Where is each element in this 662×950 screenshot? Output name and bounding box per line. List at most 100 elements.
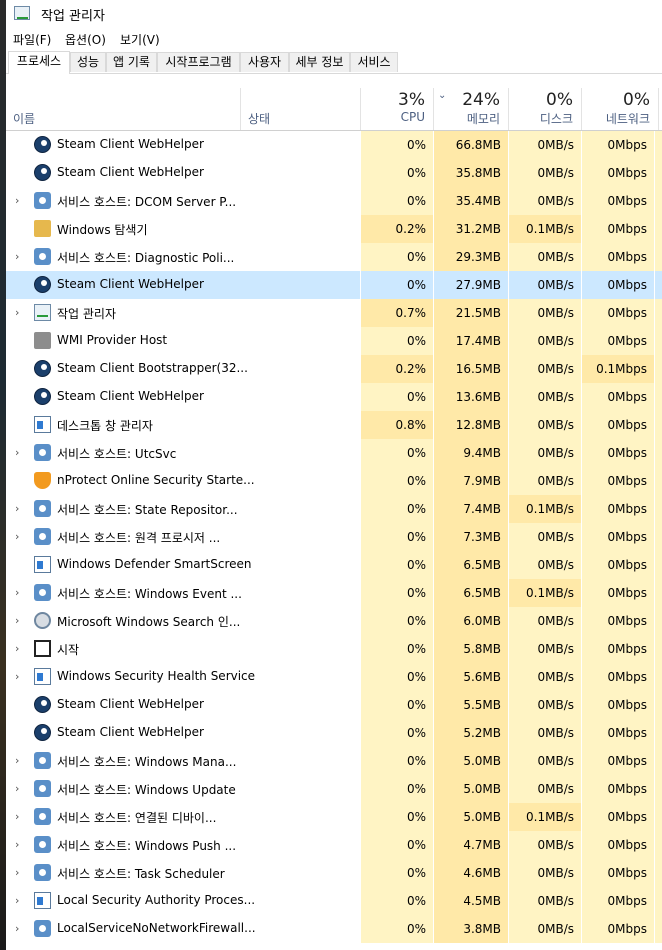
expand-chevron-icon[interactable]: › — [15, 810, 25, 823]
process-gpu-partial — [655, 915, 662, 943]
process-disk: 0MB/s — [509, 299, 581, 327]
process-cpu: 0% — [361, 887, 433, 915]
process-row[interactable]: › 서비스 호스트: DCOM Server P... 0% 35.4MB 0MB/s 0… — [6, 187, 662, 215]
column-divider[interactable] — [658, 88, 659, 130]
expand-chevron-icon[interactable]: › — [15, 922, 25, 935]
process-disk: 0MB/s — [509, 775, 581, 803]
process-status — [244, 271, 360, 299]
folder-icon — [34, 220, 51, 237]
column-name[interactable]: 이름 — [13, 110, 35, 127]
expand-chevron-icon[interactable]: › — [15, 502, 25, 515]
process-row[interactable]: › 시작 0% 5.8MB 0MB/s 0Mbps — [6, 635, 662, 663]
column-network[interactable]: 0% 네트워크 — [582, 88, 658, 130]
process-row[interactable]: Steam Client WebHelper 0% 13.6MB 0MB/s 0Mbps — [6, 383, 662, 411]
expand-chevron-icon[interactable]: › — [15, 642, 25, 655]
expand-chevron-icon[interactable]: › — [15, 194, 25, 207]
process-row[interactable]: › 서비스 호스트: UtcSvc 0% 9.4MB 0MB/s 0Mbps — [6, 439, 662, 467]
process-cpu: 0% — [361, 607, 433, 635]
process-net: 0Mbps — [582, 159, 654, 187]
process-row[interactable]: Steam Client WebHelper 0% 5.2MB 0MB/s 0Mbps — [6, 719, 662, 747]
window-icon — [34, 416, 51, 433]
menu-file[interactable]: 파일(F) — [13, 31, 51, 48]
expand-chevron-icon[interactable]: › — [15, 782, 25, 795]
process-row[interactable]: 데스크톱 창 관리자 0.8% 12.8MB 0MB/s 0Mbps — [6, 411, 662, 439]
expand-chevron-icon[interactable]: › — [15, 866, 25, 879]
process-row[interactable]: › 작업 관리자 0.7% 21.5MB 0MB/s 0Mbps — [6, 299, 662, 327]
process-row[interactable]: WMI Provider Host 0% 17.4MB 0MB/s 0Mbps — [6, 327, 662, 355]
menu-view[interactable]: 보기(V) — [120, 31, 160, 48]
process-row[interactable]: › 서비스 호스트: 연결된 디바이... 0% 5.0MB 0.1MB/s 0Mbps — [6, 803, 662, 831]
expand-chevron-icon[interactable]: › — [15, 670, 25, 683]
expand-chevron-icon[interactable]: › — [15, 306, 25, 319]
tab-startup[interactable]: 시작프로그램 — [157, 52, 240, 72]
process-name: 작업 관리자 — [57, 307, 117, 321]
process-mem: 3.8MB — [434, 915, 508, 943]
process-cpu: 0% — [361, 551, 433, 579]
column-cpu[interactable]: 3% CPU — [361, 88, 433, 130]
expand-chevron-icon[interactable]: › — [15, 754, 25, 767]
expand-chevron-icon[interactable]: › — [15, 446, 25, 459]
process-status — [244, 607, 360, 635]
steam-icon — [34, 696, 51, 713]
process-row[interactable]: nProtect Online Security Starte... 0% 7.9M… — [6, 467, 662, 495]
process-row[interactable]: › Microsoft Windows Search 인... 0% 6.0MB 0MB… — [6, 607, 662, 635]
process-mem: 7.9MB — [434, 467, 508, 495]
process-row[interactable]: › 서비스 호스트: State Repositor... 0% 7.4MB 0.1MB… — [6, 495, 662, 523]
process-disk: 0MB/s — [509, 887, 581, 915]
process-row[interactable]: Steam Client Bootstrapper(32... 0.2% 16.5M… — [6, 355, 662, 383]
process-row[interactable]: Steam Client WebHelper 0% 66.8MB 0MB/s 0Mbps — [6, 131, 662, 159]
expand-chevron-icon[interactable]: › — [15, 894, 25, 907]
window-icon — [34, 668, 51, 685]
process-row[interactable]: Windows 탐색기 0.2% 31.2MB 0.1MB/s 0Mbps — [6, 215, 662, 243]
process-net: 0Mbps — [582, 467, 654, 495]
process-row[interactable]: › 서비스 호스트: Windows Update 0% 5.0MB 0MB/s 0Mbp… — [6, 775, 662, 803]
process-status — [244, 187, 360, 215]
process-row[interactable]: Steam Client WebHelper 0% 35.8MB 0MB/s 0Mbps — [6, 159, 662, 187]
process-name: Windows Defender SmartScreen — [57, 557, 252, 571]
tab-services[interactable]: 서비스 — [350, 52, 398, 72]
process-disk: 0.1MB/s — [509, 579, 581, 607]
process-name: Local Security Authority Proces... — [57, 893, 256, 907]
window-icon — [34, 892, 51, 909]
process-row[interactable]: Windows Defender SmartScreen 0% 6.5MB 0MB/s… — [6, 551, 662, 579]
tab-performance[interactable]: 성능 — [70, 52, 106, 72]
process-row[interactable]: Steam Client WebHelper 0% 27.9MB 0MB/s 0Mbps — [6, 271, 662, 299]
process-row[interactable]: › LocalServiceNoNetworkFirewall... 0% 3.8MB… — [6, 915, 662, 943]
process-row[interactable]: › 서비스 호스트: Diagnostic Poli... 0% 29.3MB 0MB/… — [6, 243, 662, 271]
process-row[interactable]: › 서비스 호스트: Windows Event ... 0% 6.5MB 0.1MB/… — [6, 579, 662, 607]
tab-app-history[interactable]: 앱 기록 — [106, 52, 157, 72]
expand-chevron-icon[interactable]: › — [15, 614, 25, 627]
process-row[interactable]: › 서비스 호스트: Task Scheduler 0% 4.6MB 0MB/s 0Mbp… — [6, 859, 662, 887]
column-divider[interactable] — [240, 88, 241, 130]
process-cpu: 0.2% — [361, 355, 433, 383]
gear-icon — [34, 248, 51, 265]
process-name: Microsoft Windows Search 인... — [57, 615, 241, 629]
column-status[interactable]: 상태 — [248, 110, 270, 127]
process-row[interactable]: › 서비스 호스트: Windows Mana... 0% 5.0MB 0MB/s 0Mb… — [6, 747, 662, 775]
expand-chevron-icon[interactable]: › — [15, 530, 25, 543]
process-gpu-partial — [655, 383, 662, 411]
process-cpu: 0% — [361, 859, 433, 887]
process-gpu-partial — [655, 467, 662, 495]
expand-chevron-icon[interactable]: › — [15, 586, 25, 599]
expand-chevron-icon[interactable]: › — [15, 250, 25, 263]
process-row[interactable]: › 서비스 호스트: 원격 프로시저 ... 0% 7.3MB 0MB/s 0Mbps — [6, 523, 662, 551]
process-gpu-partial — [655, 663, 662, 691]
process-row[interactable]: › Local Security Authority Proces... 0% 4.5… — [6, 887, 662, 915]
expand-chevron-icon[interactable]: › — [15, 838, 25, 851]
process-row[interactable]: Steam Client WebHelper 0% 5.5MB 0MB/s 0Mbps — [6, 691, 662, 719]
process-row[interactable]: › 서비스 호스트: Windows Push ... 0% 4.7MB 0MB/s 0M… — [6, 831, 662, 859]
process-gpu-partial — [655, 887, 662, 915]
column-disk[interactable]: 0% 디스크 — [509, 88, 581, 130]
task-manager-icon — [34, 304, 51, 321]
menu-options[interactable]: 옵션(O) — [65, 31, 106, 48]
tab-details[interactable]: 세부 정보 — [289, 52, 350, 72]
tab-processes[interactable]: 프로세스 — [8, 51, 70, 74]
steam-icon — [34, 136, 51, 153]
process-net: 0Mbps — [582, 411, 654, 439]
process-row[interactable]: › Windows Security Health Service 0% 5.6MB 0… — [6, 663, 662, 691]
process-cpu: 0% — [361, 271, 433, 299]
process-status — [244, 327, 360, 355]
process-cpu: 0% — [361, 775, 433, 803]
tab-users[interactable]: 사용자 — [240, 52, 289, 72]
